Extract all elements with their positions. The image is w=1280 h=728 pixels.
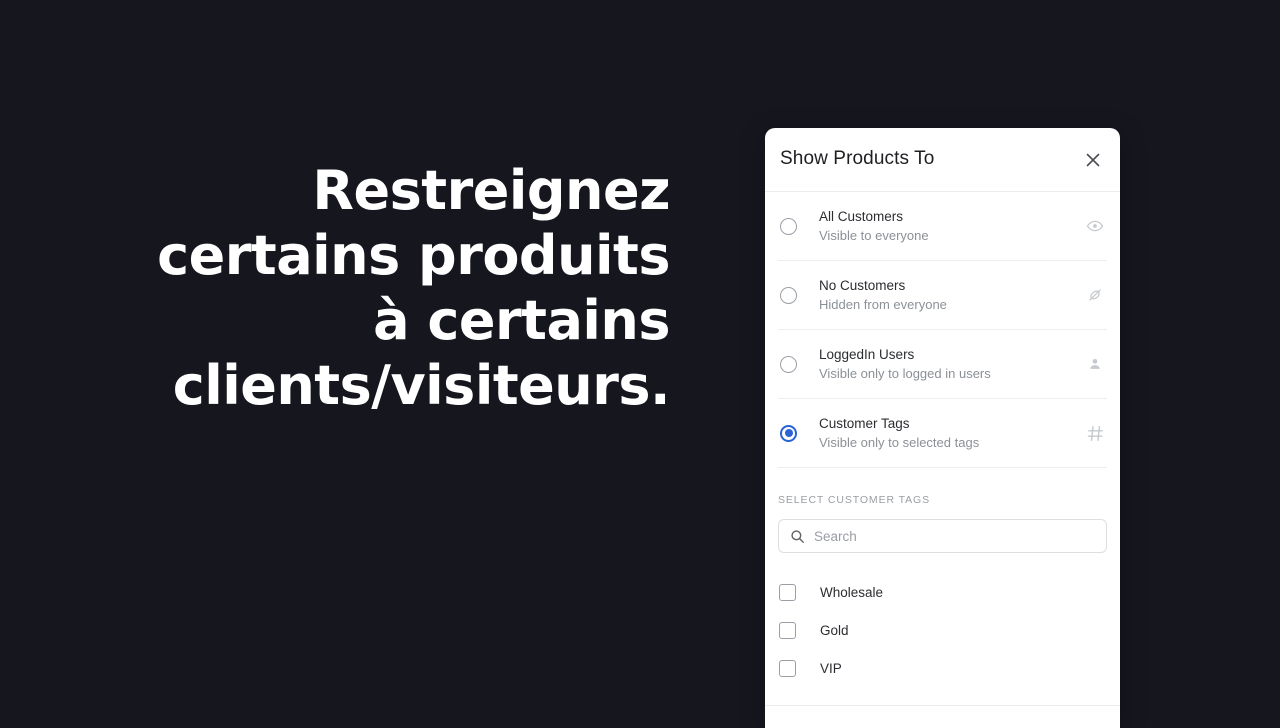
app-root: Restreignez certains produits à certains…: [0, 0, 1280, 728]
option-all-customers[interactable]: All Customers Visible to everyone: [778, 192, 1107, 261]
radio-customer-tags[interactable]: [780, 424, 797, 442]
option-text: No Customers Hidden from everyone: [819, 277, 1083, 314]
option-subtitle: Visible to everyone: [819, 227, 929, 243]
option-title: Customer Tags: [819, 415, 910, 431]
option-text: All Customers Visible to everyone: [819, 208, 1083, 245]
show-products-to-modal: Show Products To All Customers Visible t…: [765, 128, 1120, 728]
tag-search-field[interactable]: [778, 519, 1107, 553]
visibility-option-list: All Customers Visible to everyone No Cus…: [765, 192, 1120, 468]
option-title: All Customers: [819, 208, 904, 224]
option-text: LoggedIn Users Visible only to logged in…: [819, 346, 1083, 383]
option-subtitle: Visible only to selected tags: [819, 434, 980, 450]
marketing-headline: Restreignez certains produits à certains…: [157, 159, 670, 418]
option-customer-tags[interactable]: Customer Tags Visible only to selected t…: [778, 399, 1107, 468]
option-subtitle: Visible only to logged in users: [819, 365, 991, 381]
search-input[interactable]: [814, 528, 1096, 544]
footer-divider: [765, 705, 1120, 706]
search-icon: [789, 528, 805, 544]
option-title: LoggedIn Users: [819, 346, 915, 362]
modal-header: Show Products To: [765, 128, 1120, 192]
customer-tags-section: SELECT CUSTOMER TAGS Wholesale Go: [765, 494, 1120, 687]
option-subtitle: Hidden from everyone: [819, 296, 947, 312]
radio-all-customers[interactable]: [780, 217, 797, 235]
radio-loggedin-users[interactable]: [780, 355, 797, 373]
tag-label: Wholesale: [820, 584, 884, 600]
checkbox-vip[interactable]: [779, 659, 796, 677]
select-customer-tags-label: SELECT CUSTOMER TAGS: [778, 494, 931, 506]
option-title: No Customers: [819, 277, 906, 293]
checkbox-gold[interactable]: [779, 621, 796, 639]
option-loggedin-users[interactable]: LoggedIn Users Visible only to logged in…: [778, 330, 1107, 399]
option-text: Customer Tags Visible only to selected t…: [819, 415, 1083, 452]
modal-title: Show Products To: [780, 148, 935, 169]
tag-label: Gold: [820, 622, 849, 638]
tag-label: VIP: [820, 660, 842, 676]
tag-row[interactable]: Wholesale: [778, 573, 1107, 611]
eye-icon: [1083, 214, 1107, 238]
tag-list: Wholesale Gold VIP: [778, 573, 1107, 687]
close-icon[interactable]: [1078, 145, 1108, 175]
option-no-customers[interactable]: No Customers Hidden from everyone: [778, 261, 1107, 330]
checkbox-wholesale[interactable]: [779, 583, 796, 601]
tag-row[interactable]: Gold: [778, 611, 1107, 649]
tag-row[interactable]: VIP: [778, 649, 1107, 687]
radio-no-customers[interactable]: [780, 286, 797, 304]
eye-off-icon: [1083, 283, 1107, 307]
user-icon: [1083, 352, 1107, 376]
hash-icon: [1083, 421, 1107, 445]
